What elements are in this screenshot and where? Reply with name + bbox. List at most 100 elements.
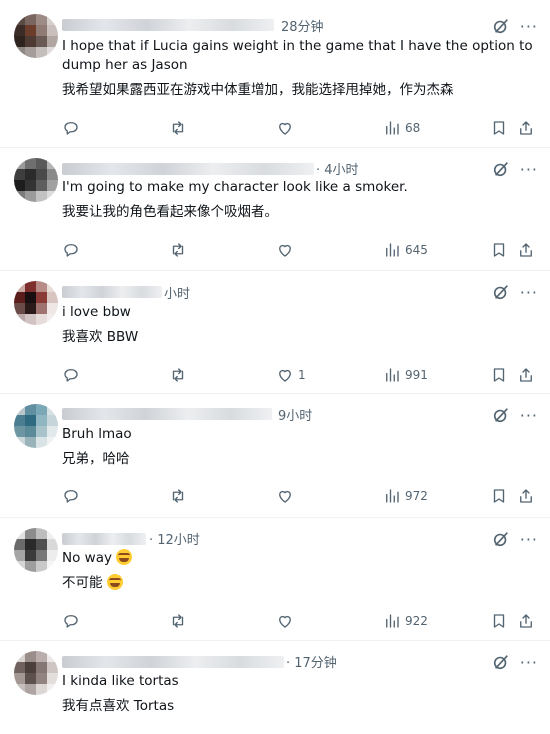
avatar[interactable] [14, 404, 58, 448]
avatar-pixel [14, 426, 25, 437]
share-button[interactable] [517, 365, 535, 385]
views-icon [383, 487, 401, 505]
avatar-pixel [36, 281, 47, 292]
reply-tweet[interactable]: 28分钟 ··· I hope that if Lucia gains weig… [0, 0, 550, 148]
like-button[interactable] [276, 611, 294, 631]
avatar-pixel [14, 36, 25, 47]
like-icon [276, 366, 294, 384]
share-button[interactable] [517, 118, 535, 138]
reply-tweet[interactable]: · 4小时 ··· I'm going to make my character… [0, 148, 550, 271]
username-blurred[interactable] [62, 286, 162, 298]
avatar-pixel [47, 673, 58, 684]
reply-text: i love bbw [62, 304, 131, 320]
reply-tweet[interactable]: 9小时 ··· Bruh lmao 兄弟，哈哈 972 [0, 394, 550, 518]
reply-button[interactable] [62, 486, 80, 506]
timestamp[interactable]: · 4小时 [316, 159, 359, 178]
username-blurred[interactable] [62, 408, 272, 420]
timestamp[interactable]: 28分钟 [281, 16, 324, 35]
more-options-icon[interactable]: ··· [520, 19, 538, 35]
retweet-button[interactable] [169, 118, 187, 138]
retweet-button[interactable] [169, 611, 187, 631]
avatar-pixel [25, 14, 36, 25]
avatar[interactable] [14, 528, 58, 572]
username-blurred[interactable] [62, 533, 146, 545]
avatar-pixel [47, 415, 58, 426]
username-blurred[interactable] [62, 656, 284, 668]
avatar[interactable] [14, 158, 58, 202]
grok-icon[interactable] [492, 283, 510, 301]
username-blurred[interactable] [62, 19, 274, 31]
avatar[interactable] [14, 281, 58, 325]
reply-button[interactable] [62, 611, 80, 631]
avatar-pixel [25, 158, 36, 169]
more-options-icon[interactable]: ··· [520, 655, 538, 671]
action-bar: 972 [62, 486, 536, 506]
reply-translation: 我有点喜欢 Tortas [62, 698, 175, 714]
retweet-button[interactable] [169, 486, 187, 506]
avatar-pixel [25, 673, 36, 684]
share-button[interactable] [517, 611, 535, 631]
avatar-pixel [36, 684, 47, 695]
bookmark-button[interactable] [490, 365, 508, 385]
share-icon [517, 119, 535, 137]
avatar-pixel [14, 539, 25, 550]
avatar-pixel [36, 47, 47, 58]
timestamp[interactable]: · 17分钟 [286, 652, 337, 671]
reply-tweet[interactable]: · 12小时 ··· No way 不可能 922 [0, 518, 550, 641]
like-button[interactable] [276, 240, 294, 260]
avatar[interactable] [14, 651, 58, 695]
like-button[interactable] [276, 118, 294, 138]
rolling-laughing-emoji-icon [106, 574, 123, 590]
bookmark-icon [490, 119, 508, 137]
views-button[interactable]: 922 [383, 611, 428, 631]
avatar-pixel [25, 651, 36, 662]
avatar-pixel [25, 292, 36, 303]
bookmark-button[interactable] [490, 240, 508, 260]
bookmark-button[interactable] [490, 118, 508, 138]
timestamp[interactable]: 9小时 [278, 405, 312, 424]
views-icon [383, 119, 401, 137]
avatar-pixel [25, 180, 36, 191]
views-button[interactable]: 972 [383, 486, 428, 506]
views-button[interactable]: 68 [383, 118, 420, 138]
more-options-icon[interactable]: ··· [520, 162, 538, 178]
avatar-pixel [25, 437, 36, 448]
avatar-pixel [47, 158, 58, 169]
reply-tweet[interactable]: 小时 ··· i love bbw 我喜欢 BBW 1 991 [0, 271, 550, 394]
views-button[interactable]: 645 [383, 240, 428, 260]
views-icon [383, 612, 401, 630]
avatar-pixel [14, 314, 25, 325]
reply-tweet[interactable]: · 17分钟 ··· I kinda like tortas 我有点喜欢 Tor… [0, 641, 550, 734]
username-blurred[interactable] [62, 163, 314, 175]
grok-icon[interactable] [492, 530, 510, 548]
grok-icon[interactable] [492, 17, 510, 35]
views-button[interactable]: 991 [383, 365, 428, 385]
reply-button[interactable] [62, 365, 80, 385]
timestamp[interactable]: 小时 [164, 283, 190, 302]
avatar-pixel [36, 191, 47, 202]
grok-icon[interactable] [492, 653, 510, 671]
retweet-button[interactable] [169, 365, 187, 385]
share-button[interactable] [517, 240, 535, 260]
avatar-pixel [36, 528, 47, 539]
reply-feed: 28分钟 ··· I hope that if Lucia gains weig… [0, 0, 550, 734]
share-button[interactable] [517, 486, 535, 506]
avatar[interactable] [14, 14, 58, 58]
more-options-icon[interactable]: ··· [520, 532, 538, 548]
bookmark-button[interactable] [490, 611, 508, 631]
reply-button[interactable] [62, 240, 80, 260]
bookmark-button[interactable] [490, 486, 508, 506]
like-icon [276, 119, 294, 137]
avatar-pixel [36, 292, 47, 303]
more-options-icon[interactable]: ··· [520, 408, 538, 424]
grok-icon[interactable] [492, 406, 510, 424]
more-options-icon[interactable]: ··· [520, 285, 538, 301]
avatar-pixel [36, 651, 47, 662]
retweet-button[interactable] [169, 240, 187, 260]
grok-icon[interactable] [492, 160, 510, 178]
timestamp[interactable]: · 12小时 [149, 529, 200, 548]
reply-button[interactable] [62, 118, 80, 138]
like-button[interactable] [276, 486, 294, 506]
reply-text: No way [62, 549, 536, 568]
like-button[interactable]: 1 [276, 365, 306, 385]
